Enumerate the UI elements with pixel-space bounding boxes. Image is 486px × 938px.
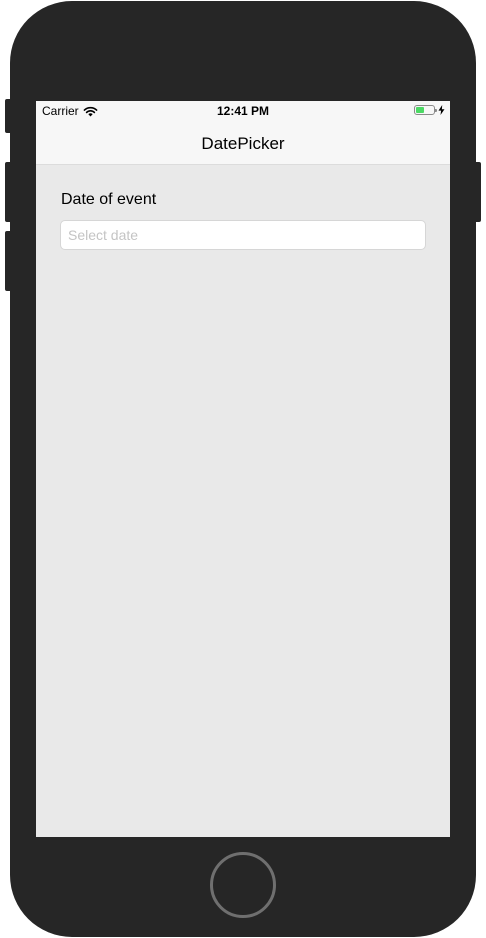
navigation-bar: DatePicker xyxy=(36,121,450,165)
app-screen: Carrier 12:41 PM DatePicker Date of even… xyxy=(36,101,450,837)
status-bar: Carrier 12:41 PM xyxy=(36,101,450,121)
status-time: 12:41 PM xyxy=(216,104,270,118)
battery-level-fill xyxy=(416,107,424,113)
date-field-label: Date of event xyxy=(61,191,157,208)
battery-status xyxy=(414,105,445,115)
page-title: DatePicker xyxy=(201,134,285,153)
date-input[interactable] xyxy=(60,220,426,250)
battery-icon xyxy=(414,105,437,115)
charging-bolt-icon xyxy=(438,105,445,115)
home-button[interactable] xyxy=(210,852,276,918)
